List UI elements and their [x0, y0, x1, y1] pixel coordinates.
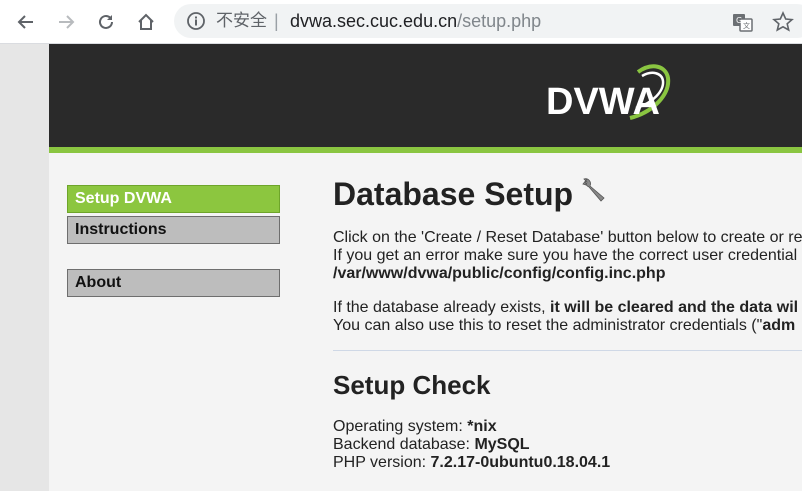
reload-icon: [99, 14, 113, 29]
db-label: Backend database:: [333, 436, 475, 453]
php-label: PHP version:: [333, 454, 431, 471]
header-accent-stripe: [49, 147, 802, 153]
info-icon[interactable]: [186, 11, 206, 31]
menu-item-about[interactable]: About: [67, 269, 280, 297]
php-value: 7.2.17-0ubuntu0.18.04.1: [430, 454, 611, 471]
home-button[interactable]: [132, 8, 160, 36]
url-path: /setup.php: [457, 11, 542, 31]
config-path: /var/www/dvwa/public/config/config.inc.p…: [333, 265, 666, 282]
left-gutter: [0, 44, 49, 491]
menu-item-instructions[interactable]: Instructions: [67, 216, 280, 244]
translate-icon[interactable]: G文: [732, 11, 754, 33]
os-value: *nix: [467, 418, 497, 435]
php-line: PHP version: 7.2.17-0ubuntu0.18.04.1: [333, 454, 610, 472]
os-line: Operating system: *nix: [333, 418, 497, 436]
browser-toolbar: 不安全 | dvwa.sec.cuc.edu.cn/setup.php G文: [0, 0, 802, 44]
reset-prefix: You can also use this to reset the admin…: [333, 317, 763, 334]
back-button[interactable]: [12, 8, 40, 36]
arrow-left-icon: [17, 15, 33, 29]
os-label: Operating system:: [333, 418, 468, 435]
url-text[interactable]: dvwa.sec.cuc.edu.cn/setup.php: [290, 10, 541, 32]
page-header: DVWA: [49, 44, 802, 147]
home-icon: [138, 13, 154, 30]
intro-line-2: If you get an error make sure you have t…: [333, 247, 798, 264]
page-title: Database Setup: [333, 176, 574, 212]
dvwa-page: DVWA Setup DVWA Instructions About Datab…: [49, 44, 802, 491]
setup-check-title: Setup Check: [333, 370, 491, 400]
forward-button[interactable]: [52, 8, 80, 36]
reset-line: You can also use this to reset the admin…: [333, 317, 795, 335]
db-line: Backend database: MySQL: [333, 436, 530, 454]
main-content: Database Setup Click on the 'Create / Re…: [333, 174, 802, 471]
url-separator: |: [274, 11, 279, 31]
reset-bold: adm: [762, 317, 796, 334]
svg-text:G: G: [736, 16, 742, 25]
dvwa-logo: DVWA: [546, 64, 671, 123]
address-bar[interactable]: 不安全 | dvwa.sec.cuc.edu.cn/setup.php: [174, 4, 802, 38]
warning-line: If the database already exists, it will …: [333, 299, 798, 317]
warning-bold: it will be cleared and the data wil: [550, 299, 799, 316]
arrow-right-icon: [59, 15, 75, 29]
warning-prefix: If the database already exists,: [333, 299, 551, 316]
reload-button[interactable]: [92, 8, 120, 36]
wrench-icon: [582, 178, 605, 202]
svg-text:DVWA: DVWA: [546, 81, 660, 123]
star-icon[interactable]: [772, 11, 794, 33]
url-host: dvwa.sec.cuc.edu.cn: [290, 11, 458, 31]
db-value: MySQL: [474, 436, 530, 453]
page-title-row: Database Setup: [333, 174, 802, 214]
svg-text:文: 文: [743, 21, 750, 30]
security-label: 不安全: [216, 11, 267, 31]
section-divider: [333, 350, 802, 351]
menu-item-setup-dvwa[interactable]: Setup DVWA: [67, 185, 280, 213]
intro-line-1: Click on the 'Create / Reset Database' b…: [333, 229, 802, 246]
